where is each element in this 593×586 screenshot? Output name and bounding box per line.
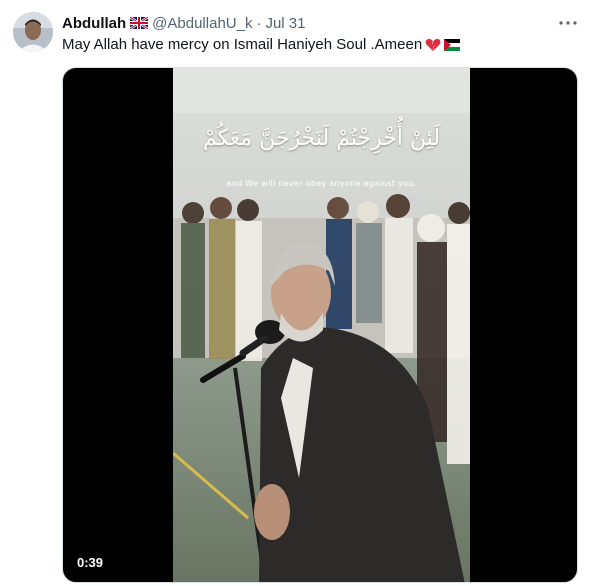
video-caption-english: and We will never obey anyone against yo… [226, 179, 417, 188]
tweet-text: May Allah have mercy on Ismail Haniyeh S… [62, 36, 461, 53]
video-player[interactable]: لَئِنْ أُخْرِجْتُمْ لَنَخْرُجَنَّ مَعَكُ… [62, 67, 578, 583]
author-handle[interactable]: @AbdullahU_k [152, 15, 252, 32]
separator-dot: · [256, 14, 262, 32]
more-dots-icon [559, 21, 577, 25]
broken-heart-icon [425, 38, 441, 51]
tweet-header: Abdullah @AbdullahU_k · Jul 31 [62, 13, 306, 33]
tweet-card[interactable]: Abdullah @AbdullahU_k · Jul 31 May Allah… [0, 0, 593, 586]
tweet-text-body: May Allah have mercy on Ismail Haniyeh S… [62, 36, 423, 53]
video-duration: 0:39 [71, 553, 110, 572]
palestine-flag-icon [444, 38, 461, 51]
video-frame[interactable]: لَئِنْ أُخْرِجْتُمْ لَنَخْرُجَنَّ مَعَكُ… [173, 68, 470, 582]
more-options-button[interactable] [557, 12, 579, 34]
avatar[interactable] [13, 12, 53, 52]
uk-flag-icon [130, 17, 149, 29]
author-name[interactable]: Abdullah [62, 15, 126, 32]
tweet-date[interactable]: Jul 31 [265, 15, 305, 32]
video-caption-arabic: لَئِنْ أُخْرِجْتُمْ لَنَخْرُجَنَّ مَعَكُ… [202, 126, 440, 151]
